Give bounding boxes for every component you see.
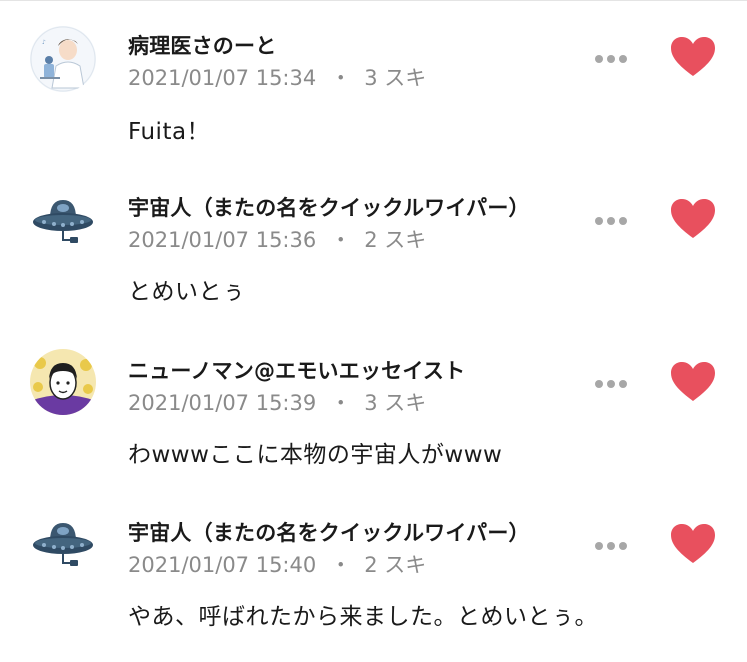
timestamp: 2021/01/07 15:34 — [128, 66, 317, 90]
author-name[interactable]: 宇宙人（またの名をクイックルワイパー） — [128, 517, 530, 547]
more-options-icon[interactable] — [590, 535, 632, 557]
comment-meta: 2021/01/07 15:34 ・ 3 スキ — [128, 62, 426, 92]
comment-text: やあ、呼ばれたから来ました。とめいとぅ。 — [128, 604, 598, 630]
avatar[interactable] — [30, 511, 96, 577]
like-count[interactable]: 2 スキ — [364, 553, 426, 577]
more-options-icon[interactable] — [590, 48, 632, 70]
comment-meta: 2021/01/07 15:36 ・ 2 スキ — [128, 224, 426, 254]
comment-item: 宇宙人（またの名をクイックルワイパー） 2021/01/07 15:40 ・ 2 ス… — [0, 487, 747, 649]
author-name[interactable]: 病理医さのーと — [128, 30, 276, 60]
heart-icon[interactable] — [670, 361, 716, 403]
timestamp: 2021/01/07 15:36 — [128, 228, 317, 252]
comment-item: ニューノマン@エモいエッセイスト 2021/01/07 15:39 ・ 3 スキ わ… — [0, 325, 747, 487]
ufo-icon — [30, 511, 96, 577]
meta-separator: ・ — [330, 228, 352, 252]
doctor-illustration-icon: ♪ — [30, 26, 96, 92]
comment-text: Fuita！ — [128, 119, 211, 145]
more-options-icon[interactable] — [590, 210, 632, 232]
comment-text: わwwwここに本物の宇宙人がwww — [128, 442, 503, 468]
heart-icon[interactable] — [670, 198, 716, 240]
comment-meta: 2021/01/07 15:39 ・ 3 スキ — [128, 387, 426, 417]
comment-item: ♪ 病理医さのーと 2021/01/07 15:34 ・ 3 スキ Fuita！ — [0, 0, 747, 162]
avatar[interactable] — [30, 188, 96, 254]
comment-text: とめいとぅ — [128, 279, 246, 305]
timestamp: 2021/01/07 15:40 — [128, 553, 317, 577]
heart-icon[interactable] — [670, 523, 716, 565]
like-count[interactable]: 2 スキ — [364, 228, 426, 252]
svg-text:♪: ♪ — [42, 39, 46, 46]
timestamp: 2021/01/07 15:39 — [128, 391, 317, 415]
comment-meta: 2021/01/07 15:40 ・ 2 スキ — [128, 549, 426, 579]
avatar[interactable] — [30, 349, 96, 415]
meta-separator: ・ — [330, 391, 352, 415]
meta-separator: ・ — [330, 66, 352, 90]
ufo-icon — [30, 188, 96, 254]
more-options-icon[interactable] — [590, 373, 632, 395]
avatar[interactable]: ♪ — [30, 26, 96, 92]
author-name[interactable]: 宇宙人（またの名をクイックルワイパー） — [128, 192, 530, 222]
heart-icon[interactable] — [670, 36, 716, 78]
like-count[interactable]: 3 スキ — [364, 66, 426, 90]
person-portrait-icon — [30, 349, 96, 415]
meta-separator: ・ — [330, 553, 352, 577]
author-name[interactable]: ニューノマン@エモいエッセイスト — [128, 355, 465, 385]
like-count[interactable]: 3 スキ — [364, 391, 426, 415]
comment-item: 宇宙人（またの名をクイックルワイパー） 2021/01/07 15:36 ・ 2 ス… — [0, 162, 747, 324]
